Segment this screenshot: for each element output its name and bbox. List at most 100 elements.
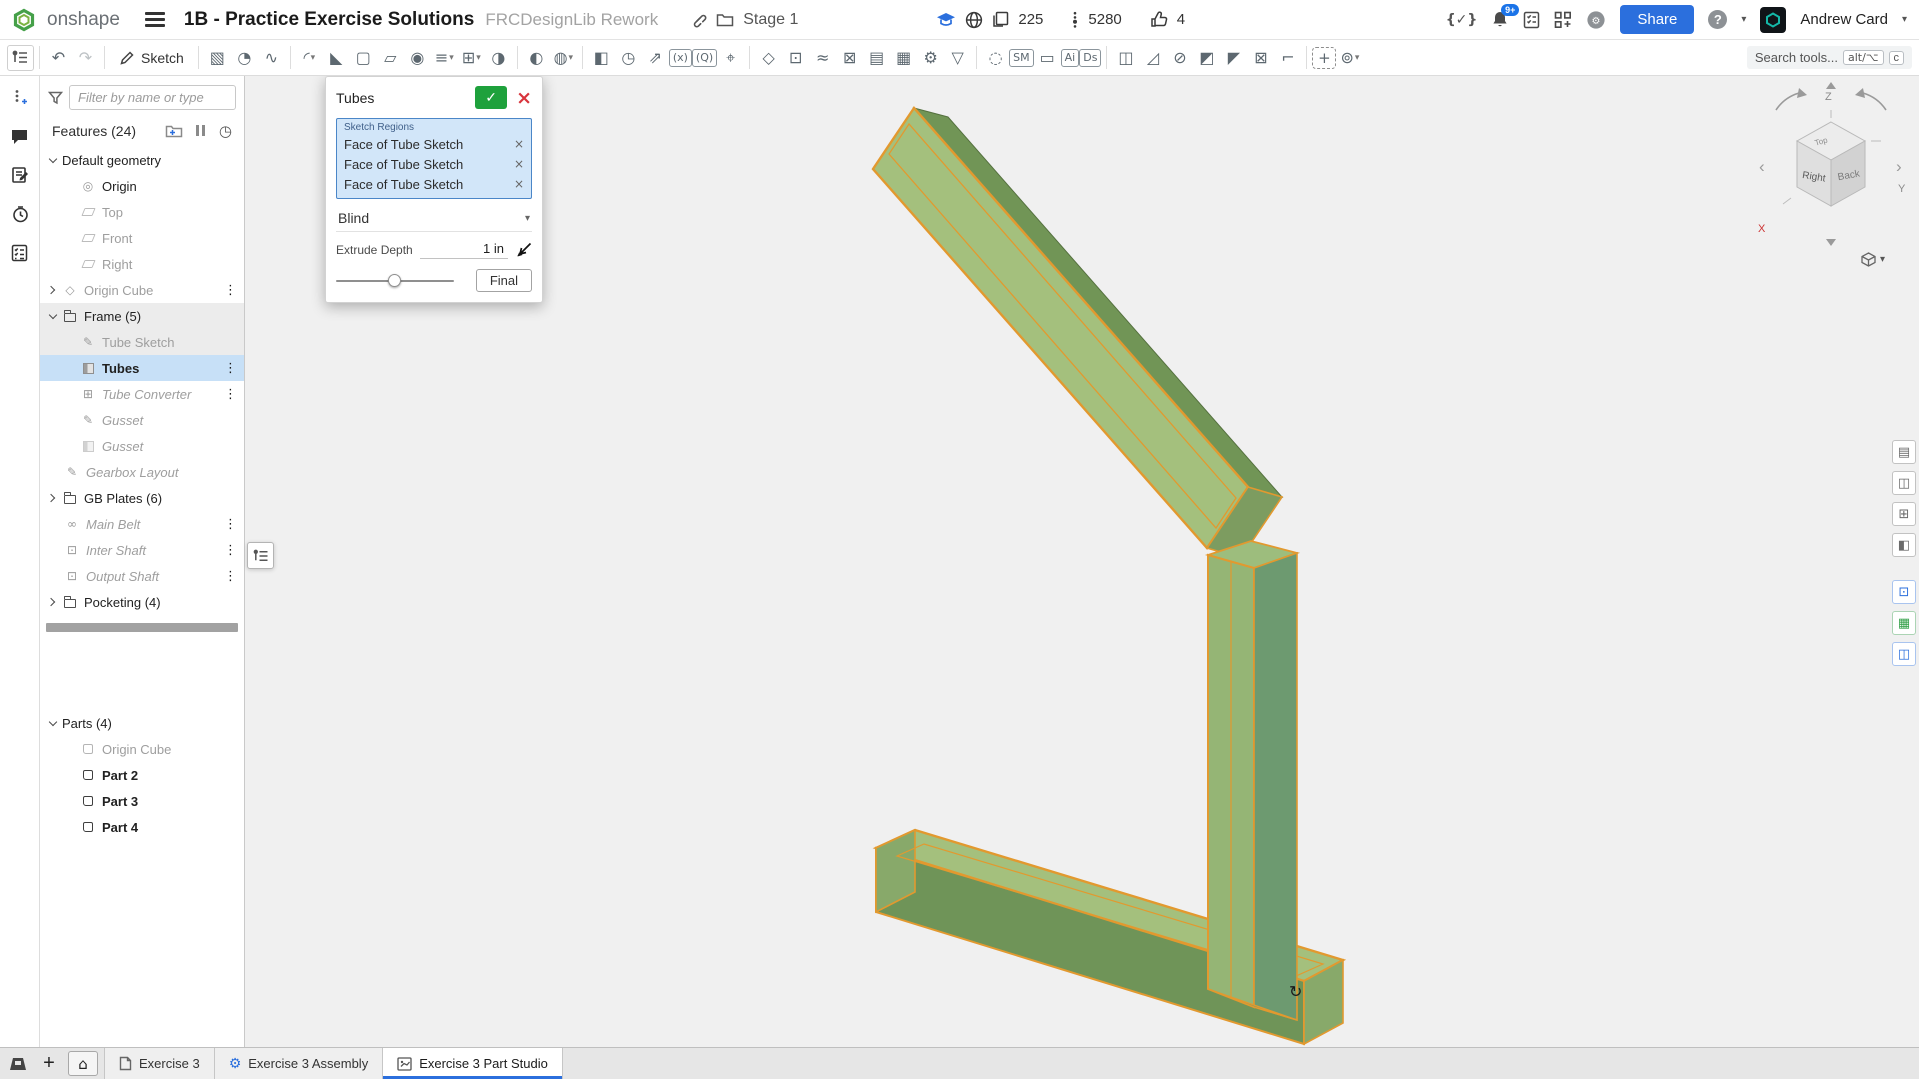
shell-icon[interactable]: ▢: [350, 45, 377, 71]
panel-toggle-icon[interactable]: [0, 1048, 36, 1079]
share-button[interactable]: Share: [1620, 5, 1694, 34]
custom-panel-table-icon[interactable]: ◫: [1892, 642, 1916, 666]
section-view-icon[interactable]: ◫: [1892, 471, 1916, 495]
mate-connector-icon[interactable]: ⌖: [717, 45, 744, 71]
history-icon[interactable]: [11, 205, 29, 223]
user-name[interactable]: Andrew Card: [1800, 11, 1888, 28]
comment-icon[interactable]: [10, 128, 29, 145]
help-icon[interactable]: ?: [1708, 10, 1727, 29]
copies-icon[interactable]: [992, 11, 1009, 28]
feature-item-origin[interactable]: ◎ Origin: [40, 173, 244, 199]
tasks-icon[interactable]: [1523, 11, 1540, 29]
likes-icon[interactable]: [1150, 11, 1168, 28]
horizontal-scrollbar[interactable]: [46, 623, 238, 632]
custom-tube-icon[interactable]: ◫: [1112, 45, 1139, 71]
feature-item-origin-cube[interactable]: ◇ Origin Cube ⋮: [40, 277, 244, 303]
curve-icon[interactable]: ≈: [809, 45, 836, 71]
view-cube[interactable]: ‹ › Top Right Back Z Y X: [1751, 80, 1911, 248]
custom-plate-icon[interactable]: ◩: [1193, 45, 1220, 71]
measure-arrow-icon[interactable]: [515, 242, 532, 259]
remove-selection-icon[interactable]: ×: [514, 137, 524, 151]
split-icon[interactable]: ◧: [588, 45, 615, 71]
breadcrumb[interactable]: Stage 1: [743, 11, 798, 29]
measure-icon[interactable]: [11, 89, 29, 107]
feature-folder-gb-plates[interactable]: GB Plates (6): [40, 485, 244, 511]
parts-header[interactable]: Parts (4): [40, 710, 244, 736]
document-title[interactable]: 1B - Practice Exercise Solutions: [184, 9, 474, 31]
robot-feature-a-icon[interactable]: ⊡: [782, 45, 809, 71]
feature-timing-icon[interactable]: ◷: [219, 122, 232, 140]
user-dropdown-icon[interactable]: ▾: [1902, 14, 1907, 25]
sketch-button[interactable]: Sketch: [110, 47, 193, 69]
variable-icon[interactable]: (x): [669, 49, 692, 67]
insert-tool-icon[interactable]: +: [1312, 47, 1336, 69]
depth-slider[interactable]: [336, 280, 454, 282]
final-button[interactable]: Final: [476, 269, 532, 292]
feature-folder-frame[interactable]: Frame (5): [40, 303, 244, 329]
overflow-menu-icon[interactable]: ⋮: [224, 569, 237, 584]
overflow-menu-icon[interactable]: ⋮: [224, 283, 237, 298]
avatar[interactable]: [1760, 7, 1786, 33]
notes-icon[interactable]: [11, 166, 29, 184]
filter-tool-icon[interactable]: ▽: [944, 45, 971, 71]
overflow-menu-icon[interactable]: ⋮: [224, 361, 237, 376]
ds-tool-icon[interactable]: Ds: [1079, 49, 1101, 67]
feature-item-output-shaft[interactable]: ⊡ Output Shaft ⋮: [40, 563, 244, 589]
feature-item-top-plane[interactable]: Top: [40, 199, 244, 225]
chevron-down-icon[interactable]: [49, 310, 57, 318]
part-item-part-2[interactable]: Part 2: [40, 762, 244, 788]
chevron-down-icon[interactable]: [49, 154, 57, 162]
public-globe-icon[interactable]: [965, 11, 983, 29]
remove-selection-icon[interactable]: ×: [514, 157, 524, 171]
sweep-icon[interactable]: ∿: [258, 45, 285, 71]
frame-icon[interactable]: ▦: [890, 45, 917, 71]
transform-icon[interactable]: ⇗: [642, 45, 669, 71]
copy-link-icon[interactable]: [690, 11, 707, 28]
overflow-menu-icon[interactable]: ⋮: [224, 387, 237, 402]
custom-profile-icon[interactable]: ⌐: [1274, 45, 1301, 71]
custom-corner-icon[interactable]: ◤: [1220, 45, 1247, 71]
part-item-part-4[interactable]: Part 4: [40, 814, 244, 840]
new-tab-button[interactable]: +: [36, 1048, 62, 1079]
pause-updates-icon[interactable]: [195, 124, 207, 139]
feature-item-right-plane[interactable]: Right: [40, 251, 244, 277]
diagonal-tube[interactable]: [873, 108, 1282, 558]
boolean-icon[interactable]: ◐: [523, 45, 550, 71]
chevron-down-icon[interactable]: [49, 717, 57, 725]
custom-gusset-icon[interactable]: ◿: [1139, 45, 1166, 71]
notifications-bell-icon[interactable]: 9+: [1491, 10, 1509, 29]
part-item-part-3[interactable]: Part 3: [40, 788, 244, 814]
lasso-icon[interactable]: ◌: [982, 45, 1009, 71]
cancel-icon[interactable]: ×: [516, 90, 532, 106]
overflow-menu-icon[interactable]: ⋮: [224, 517, 237, 532]
apps-grid-icon[interactable]: [1554, 11, 1572, 29]
selection-row[interactable]: Face of Tube Sketch ×: [344, 134, 524, 154]
feature-item-tube-converter[interactable]: ⊞ Tube Converter ⋮: [40, 381, 244, 407]
onshape-logo-icon[interactable]: [12, 8, 36, 32]
extrude-depth-input[interactable]: 1 in: [420, 241, 508, 259]
drawing-icon[interactable]: ▭: [1034, 45, 1061, 71]
help-dropdown-icon[interactable]: ▾: [1741, 14, 1746, 25]
confirm-button[interactable]: ✓: [475, 86, 507, 109]
sketch-regions-selector[interactable]: Sketch Regions Face of Tube Sketch × Fac…: [336, 118, 532, 199]
selection-row[interactable]: Face of Tube Sketch ×: [344, 154, 524, 174]
feature-list-toggle-icon[interactable]: [7, 45, 34, 71]
feature-item-gearbox-layout[interactable]: ✎ Gearbox Layout: [40, 459, 244, 485]
sheet-icon[interactable]: ▤: [863, 45, 890, 71]
history-icon[interactable]: ◷: [615, 45, 642, 71]
graphics-viewport[interactable]: Tubes ✓ × Sketch Regions Face of Tube Sk…: [245, 76, 1919, 1047]
extrude-icon[interactable]: ▧: [204, 45, 231, 71]
filter-icon[interactable]: [48, 91, 63, 105]
feature-item-tube-sketch[interactable]: ✎ Tube Sketch: [40, 329, 244, 355]
part-item-origin-cube[interactable]: Origin Cube: [40, 736, 244, 762]
hole-icon[interactable]: ◉: [404, 45, 431, 71]
depth-slider-thumb[interactable]: [388, 274, 401, 287]
learning-icon[interactable]: [936, 12, 956, 28]
versions-icon[interactable]: {✓}: [1446, 12, 1478, 28]
ai-tool-icon[interactable]: Ai: [1061, 49, 1080, 67]
primitive-icon[interactable]: ◇: [755, 45, 782, 71]
vertical-tube[interactable]: [1208, 541, 1297, 1020]
tab-exercise-3-part-studio[interactable]: Exercise 3 Part Studio: [383, 1048, 563, 1079]
fillet-icon[interactable]: ◜▾: [296, 45, 323, 71]
feature-item-inter-shaft[interactable]: ⊡ Inter Shaft ⋮: [40, 537, 244, 563]
